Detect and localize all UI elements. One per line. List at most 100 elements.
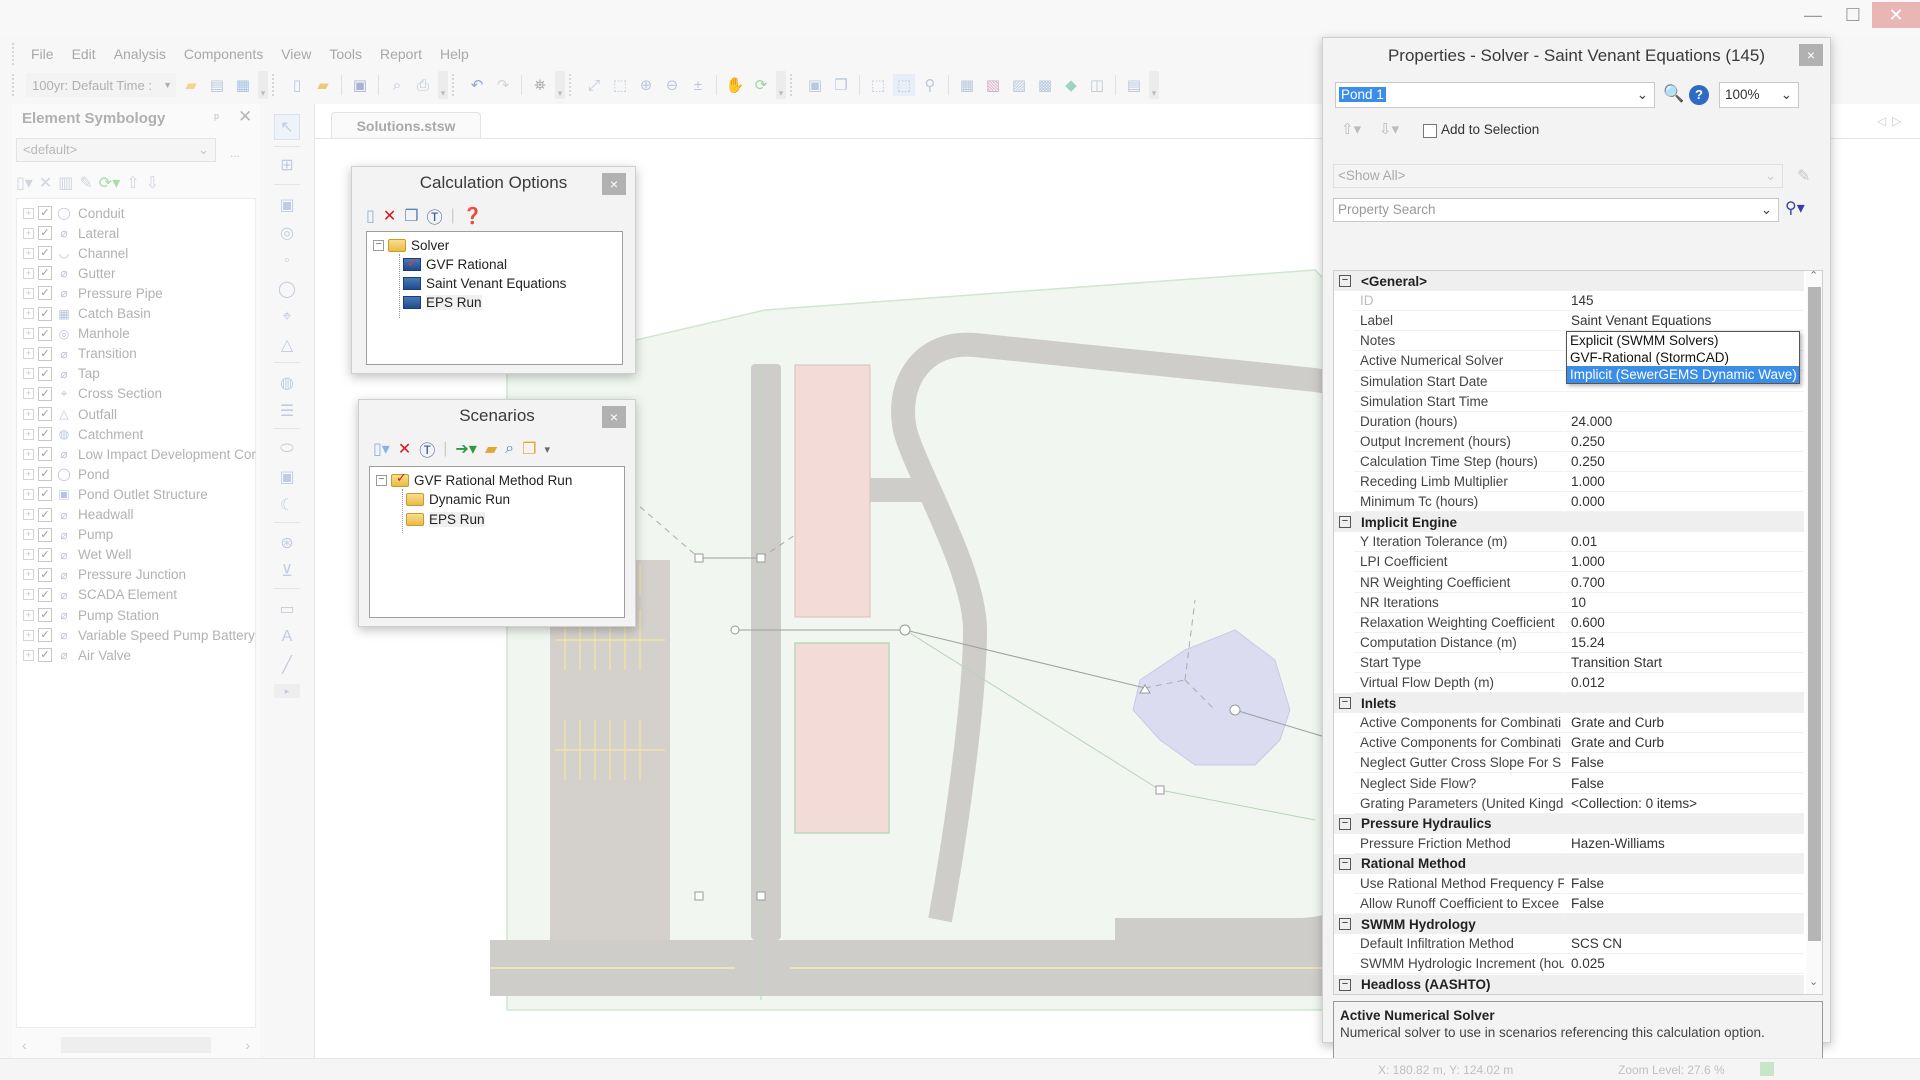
property-value[interactable]: False [1565, 874, 1804, 894]
menu-tools[interactable]: Tools [320, 46, 371, 62]
property-value[interactable]: Grate and Curb [1565, 713, 1804, 734]
tab-navigation[interactable]: ◁▷ [1877, 114, 1907, 128]
solver-option[interactable]: Explicit (SWMM Solvers) [1567, 332, 1799, 349]
property-row[interactable]: Use Rational Method Frequency F False [1334, 874, 1804, 894]
expand-icon[interactable]: + [23, 609, 34, 621]
open-folder-icon[interactable]: ▰ [180, 74, 202, 96]
delete-icon[interactable]: ✕ [383, 206, 396, 226]
zoom-window-icon[interactable]: ⬚ [609, 74, 631, 96]
menu-report[interactable]: Report [371, 46, 431, 62]
navigate-forward-icon[interactable]: ⇩▾ [1379, 120, 1399, 138]
property-category[interactable]: − <General> [1334, 271, 1804, 291]
scroll-up-icon[interactable]: ⌃ [1809, 271, 1818, 282]
scroll-right-icon[interactable]: › [245, 1037, 250, 1053]
expand-icon[interactable]: + [23, 368, 34, 380]
zoom-in-icon[interactable]: ⊕ [635, 74, 657, 96]
property-row[interactable]: Neglect Side Flow? False [1334, 773, 1804, 794]
move-down-icon[interactable]: ⇩ [146, 173, 159, 193]
category-filter-select[interactable]: <Show All> ⌄ [1333, 164, 1783, 188]
property-value[interactable]: Grate and Curb [1565, 733, 1804, 754]
property-row[interactable]: Neglect Gutter Cross Slope For S False [1334, 753, 1804, 774]
property-row[interactable]: NR Weighting Coefficient 0.700 [1334, 572, 1804, 593]
graph-icon[interactable]: ▨ [1008, 74, 1030, 96]
pin-icon[interactable]: ᵖ [214, 110, 219, 125]
toolbar-grip[interactable] [452, 74, 456, 96]
compute-icon[interactable]: ▰ [485, 439, 497, 459]
property-row[interactable]: Virtual Flow Depth (m) 0.012 [1334, 673, 1804, 693]
text-tool-icon[interactable]: A [274, 624, 300, 650]
visibility-checkbox[interactable]: ✓ [38, 447, 52, 462]
print-icon[interactable]: ⎙ [412, 74, 434, 96]
aerial-view-icon[interactable]: ◫ [1086, 74, 1108, 96]
symbology-item[interactable]: + ✓ ⌀ Low Impact Development Cor [23, 444, 256, 464]
visibility-checkbox[interactable]: ✓ [38, 206, 52, 220]
scrollbar-thumb[interactable] [1808, 287, 1821, 941]
tree-item-saint-venant[interactable]: Saint Venant Equations [403, 274, 566, 293]
menu-file[interactable]: File [22, 46, 63, 62]
menu-view[interactable]: View [272, 46, 320, 62]
color-refresh-icon[interactable]: ⟳▾ [99, 173, 120, 193]
layout-tool-icon[interactable]: ⊞ [274, 152, 300, 178]
contours-icon[interactable]: ▩ [1034, 74, 1056, 96]
property-value[interactable]: 0.700 [1565, 573, 1804, 593]
new-icon[interactable]: ▯▾ [373, 439, 390, 459]
outfall-tool-icon[interactable]: △ [274, 332, 300, 358]
element-select[interactable]: Pond 1 ⌄ [1335, 82, 1655, 108]
visibility-checkbox[interactable]: ✓ [38, 487, 52, 502]
symbology-item[interactable]: + ✓ ⌀ Pump Station [23, 605, 159, 625]
toolbar-overflow-button[interactable]: ▾ [438, 71, 448, 99]
tree-item-gvf-rational[interactable]: ✓ GVF Rational [403, 255, 507, 274]
visibility-checkbox[interactable]: ✓ [38, 286, 52, 301]
navigate-back-icon[interactable]: ⇧▾ [1341, 120, 1361, 138]
compare-icon[interactable]: ⌕ [505, 440, 514, 458]
lid-tool-icon[interactable]: ☰ [274, 398, 300, 424]
delete-icon[interactable]: ✕ [39, 173, 52, 193]
expand-icon[interactable]: + [23, 488, 34, 500]
tree-item-eps-run[interactable]: EPS Run [403, 293, 482, 312]
properties-icon[interactable]: ▤ [1123, 74, 1145, 96]
visibility-checkbox[interactable]: ✓ [38, 608, 52, 622]
overflow-icon[interactable]: ▾ [544, 443, 550, 456]
collapse-icon[interactable]: − [1339, 918, 1351, 931]
horizontal-scrollbar[interactable]: ‹ › [16, 1034, 256, 1056]
expand-icon[interactable]: + [23, 287, 34, 299]
property-value[interactable]: 0.01 [1565, 532, 1804, 553]
collapse-icon[interactable]: − [373, 240, 384, 251]
vertical-scrollbar[interactable]: ⌃ ⌄ [1806, 271, 1822, 994]
rectangle-tool-icon[interactable]: ▭ [274, 596, 300, 622]
close-button[interactable]: × [602, 173, 626, 195]
expand-icon[interactable]: + [23, 529, 34, 541]
symbology-item[interactable]: + ✓ ◡ Channel [23, 243, 128, 263]
property-value[interactable] [1565, 392, 1804, 412]
visibility-checkbox[interactable]: ✓ [38, 246, 52, 261]
scenario-combo[interactable]: 100yr: Default Time : ▼ [26, 73, 176, 97]
zoom-select[interactable]: 100% ⌄ [1719, 82, 1799, 108]
menu-components[interactable]: Components [175, 46, 272, 62]
visibility-checkbox[interactable]: ✓ [38, 567, 52, 582]
visibility-checkbox[interactable]: ✓ [38, 326, 52, 341]
copy-icon[interactable]: ❐ [522, 439, 536, 459]
property-row[interactable]: Start Type Transition Start [1334, 652, 1804, 673]
toolbar-overflow-button[interactable]: ▾ [1149, 71, 1159, 99]
profile-icon[interactable]: ▧ [982, 74, 1004, 96]
expand-icon[interactable]: + [23, 328, 34, 340]
expand-icon[interactable]: + [23, 448, 34, 460]
symbology-item[interactable]: + ✓ ⌀ Tap [23, 364, 100, 384]
line-tool-icon[interactable]: ╱ [274, 652, 300, 678]
symbology-item[interactable]: + ✓ ⌀ Headwall [23, 505, 134, 525]
print-preview-icon[interactable]: ⌕ [386, 74, 408, 96]
close-button[interactable]: × [602, 406, 626, 428]
expand-icon[interactable]: + [23, 629, 34, 641]
pond-tool-icon[interactable]: ⬭ [274, 436, 300, 462]
property-row[interactable]: SWMM Hydrologic Increment (hou 0.025 [1334, 954, 1804, 975]
symbology-item[interactable]: + ✓ ⌀ SCADA Element [23, 585, 177, 605]
symbology-item[interactable]: + ✓ ⌀ Lateral [23, 223, 119, 243]
property-row[interactable]: Y Iteration Tolerance (m) 0.01 [1334, 532, 1804, 553]
collapse-icon[interactable]: − [1339, 978, 1351, 991]
property-row[interactable]: ID 145 [1334, 291, 1804, 312]
visibility-checkbox[interactable]: ✓ [38, 306, 52, 321]
flextables-icon[interactable]: ▦ [956, 74, 978, 96]
manhole-tool-icon[interactable]: ◎ [274, 220, 300, 246]
visibility-checkbox[interactable]: ✓ [38, 386, 52, 401]
property-row[interactable]: Duration (hours) 24.000 [1334, 411, 1804, 432]
